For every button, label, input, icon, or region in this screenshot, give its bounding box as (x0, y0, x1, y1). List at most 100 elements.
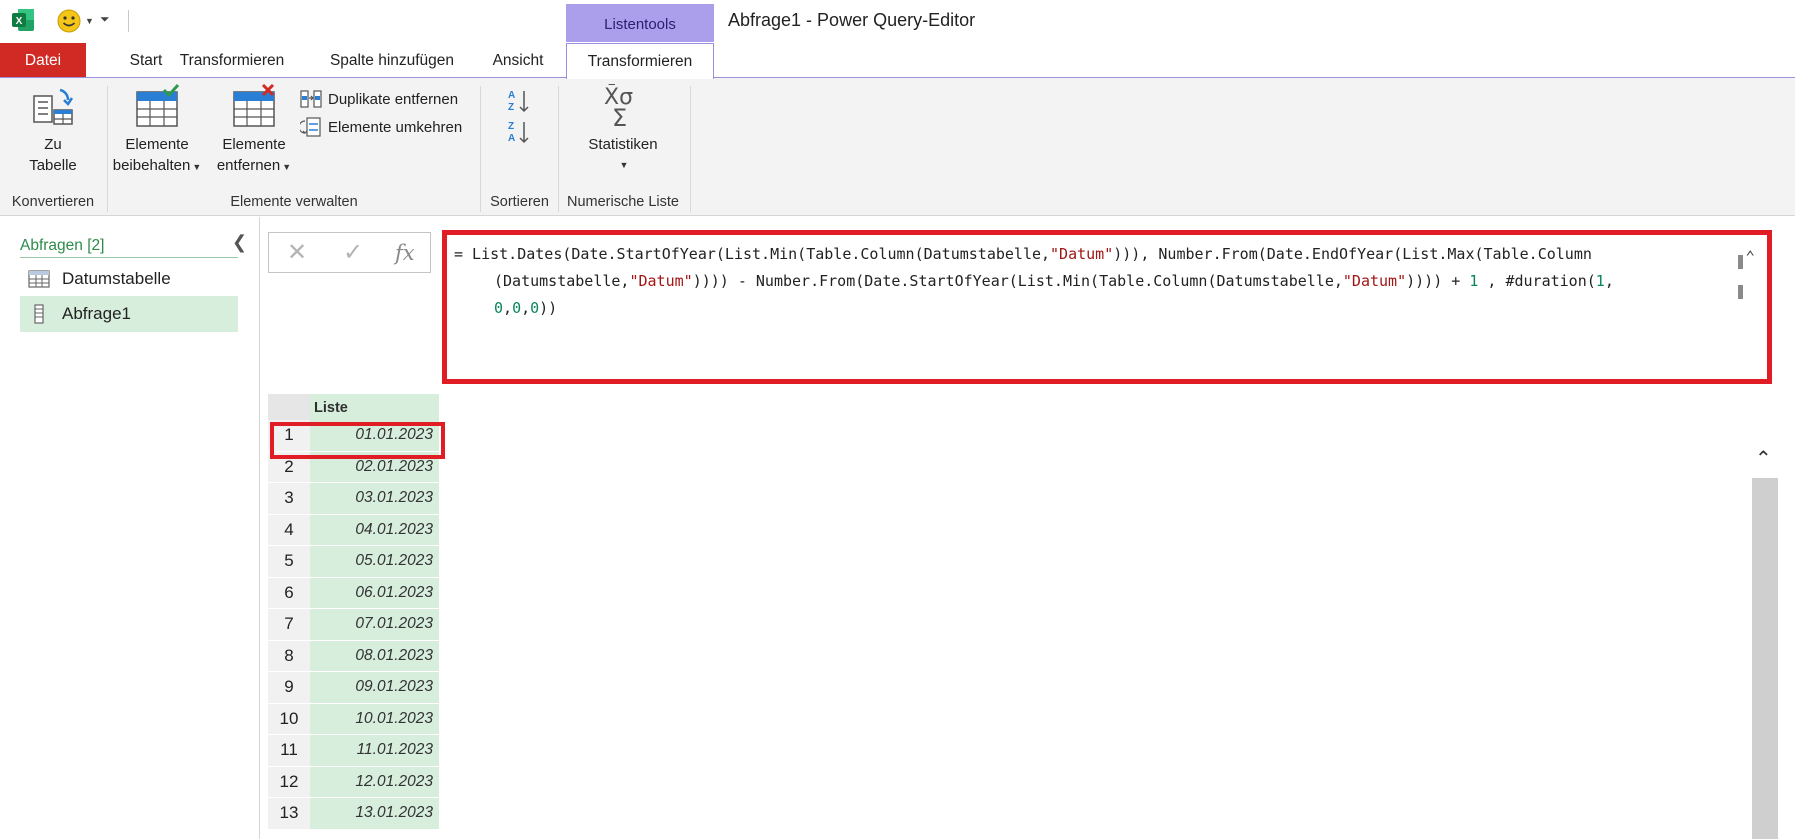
table-cell[interactable]: 11.01.2023 (310, 735, 439, 767)
context-tab-group: Listentools (566, 4, 714, 42)
scrollbar-thumb[interactable] (1752, 478, 1778, 839)
ribbon: Zu Tabelle Konvertieren Elemente beibeha… (0, 78, 1795, 216)
table-row[interactable]: 10 10.01.2023 (268, 703, 439, 735)
remove-duplicates-icon (300, 90, 322, 108)
grid-vertical-scrollbar[interactable]: ⌃ (1752, 428, 1778, 839)
row-number[interactable]: 7 (268, 609, 310, 641)
remove-duplicates-button[interactable]: Duplikate entfernen (300, 89, 458, 109)
remove-duplicates-label: Duplikate entfernen (328, 90, 459, 108)
excel-icon[interactable]: X (10, 7, 36, 33)
statistics-label: Statistiken (588, 136, 658, 153)
row-number[interactable]: 12 (268, 766, 310, 798)
qat-separator (128, 10, 129, 32)
tab-transform[interactable]: Transformieren (166, 43, 298, 78)
svg-text:Z: Z (508, 102, 514, 113)
table-cell[interactable]: 04.01.2023 (310, 514, 439, 546)
remove-items-button[interactable]: Elemente entfernen ▼ (212, 84, 296, 178)
row-number[interactable]: 10 (268, 703, 310, 735)
group-numeric-list: X̄σ Σ Statistiken ▼ Numerische Liste (559, 78, 687, 216)
group-convert: Zu Tabelle Konvertieren (0, 78, 106, 216)
sort-ascending-icon: A Z (508, 90, 529, 113)
formula-collapse-icon[interactable]: ⌃ (1745, 243, 1755, 270)
table-cell[interactable]: 05.01.2023 (310, 546, 439, 578)
table-cell[interactable]: 03.01.2023 (310, 483, 439, 515)
smiley-feedback-icon[interactable] (56, 8, 82, 34)
formula-scroll-thumb[interactable] (1738, 255, 1743, 269)
reverse-items-button[interactable]: Elemente umkehren (300, 116, 462, 138)
tab-file[interactable]: Datei (0, 43, 86, 78)
collapse-pane-icon[interactable]: ❮ (232, 232, 247, 253)
table-row[interactable]: 8 08.01.2023 (268, 640, 439, 672)
statistics-dropdown-icon[interactable]: ▼ (575, 155, 673, 176)
keep-items-dropdown-icon[interactable]: ▼ (192, 162, 201, 172)
row-number[interactable]: 11 (268, 735, 310, 767)
table-row[interactable]: 13 13.01.2023 (268, 798, 439, 830)
table-cell[interactable]: 06.01.2023 (310, 577, 439, 609)
table-cell[interactable]: 07.01.2023 (310, 609, 439, 641)
table-cell[interactable]: 08.01.2023 (310, 640, 439, 672)
formula-line-3: 0,0,0)) (494, 299, 558, 317)
table-row[interactable]: 4 04.01.2023 (268, 514, 439, 546)
row-number[interactable]: 3 (268, 483, 310, 515)
sort-descending-button[interactable]: Z A (507, 119, 531, 149)
table-row[interactable]: 5 05.01.2023 (268, 546, 439, 578)
svg-text:A: A (508, 133, 515, 144)
reverse-items-label: Elemente umkehren (328, 118, 463, 136)
title-bar: X ▼ ⏷ Listentools Abfrage1 - Power Query… (0, 0, 1795, 79)
table-row[interactable]: 12 12.01.2023 (268, 766, 439, 798)
group-separator (690, 86, 691, 212)
formula-buttons: ✕ ✓ fx (268, 232, 431, 273)
table-row[interactable]: 9 09.01.2023 (268, 672, 439, 704)
table-row[interactable]: 3 03.01.2023 (268, 483, 439, 515)
to-table-button[interactable]: Zu Tabelle (10, 84, 96, 176)
column-header-liste[interactable]: Liste (310, 394, 439, 420)
list-icon (34, 304, 44, 324)
table-row[interactable]: 7 07.01.2023 (268, 609, 439, 641)
ribbon-top-border (0, 77, 1795, 78)
sort-ascending-button[interactable]: A Z (507, 88, 531, 118)
keep-items-icon (136, 84, 180, 127)
smiley-dropdown-icon[interactable]: ▼ (85, 16, 94, 26)
remove-items-icon (233, 84, 275, 127)
query-item-datumstabelle[interactable]: Datumstabelle (20, 261, 238, 297)
remove-items-label-1: Elemente (222, 136, 286, 153)
statistics-button[interactable]: X̄σ Σ Statistiken ▼ (573, 84, 673, 176)
row-number[interactable]: 4 (268, 514, 310, 546)
table-cell[interactable]: 12.01.2023 (310, 766, 439, 798)
remove-items-dropdown-icon[interactable]: ▼ (282, 162, 291, 172)
row-number[interactable]: 6 (268, 577, 310, 609)
table-row[interactable]: 11 11.01.2023 (268, 735, 439, 767)
queries-header: Abfragen [2] (20, 237, 238, 258)
tab-view[interactable]: Ansicht (476, 43, 560, 78)
tab-add-column[interactable]: Spalte hinzufügen (318, 43, 466, 78)
group-convert-label: Konvertieren (11, 194, 95, 210)
list-to-table-icon (33, 88, 74, 125)
formula-input[interactable]: = List.Dates(Date.StartOfYear(List.Min(T… (442, 230, 1772, 384)
remove-items-label-2: entfernen (216, 157, 281, 174)
row-number[interactable]: 8 (268, 640, 310, 672)
grid-corner[interactable] (268, 394, 310, 420)
scroll-up-icon[interactable]: ⌃ (1755, 446, 1772, 471)
commit-formula-icon[interactable]: ✓ (343, 238, 363, 267)
reverse-items-icon (300, 117, 321, 137)
table-icon (28, 270, 50, 288)
table-cell[interactable]: 09.01.2023 (310, 672, 439, 704)
group-sort-label: Sortieren (490, 194, 549, 210)
row-number[interactable]: 13 (268, 798, 310, 830)
row-number[interactable]: 5 (268, 546, 310, 578)
table-cell[interactable]: 13.01.2023 (310, 798, 439, 830)
group-numeric-list-label: Numerische Liste (566, 194, 679, 210)
row-number[interactable]: 9 (268, 672, 310, 704)
keep-items-button[interactable]: Elemente beibehalten ▼ (112, 84, 202, 178)
tab-list-transform[interactable]: Transformieren (566, 43, 714, 79)
query-item-abfrage1[interactable]: Abfrage1 (20, 296, 238, 332)
group-manage-items-label: Elemente verwalten (230, 194, 358, 210)
svg-text:A: A (508, 90, 515, 101)
customize-qat-icon[interactable]: ⏷ (100, 12, 110, 27)
table-row[interactable]: 6 06.01.2023 (268, 577, 439, 609)
table-cell[interactable]: 10.01.2023 (310, 703, 439, 735)
fx-icon[interactable]: fx (395, 241, 415, 265)
window-title: Abfrage1 - Power Query-Editor (728, 10, 976, 30)
cancel-formula-icon[interactable]: ✕ (287, 238, 307, 267)
formula-scroll-thumb[interactable] (1738, 285, 1743, 299)
